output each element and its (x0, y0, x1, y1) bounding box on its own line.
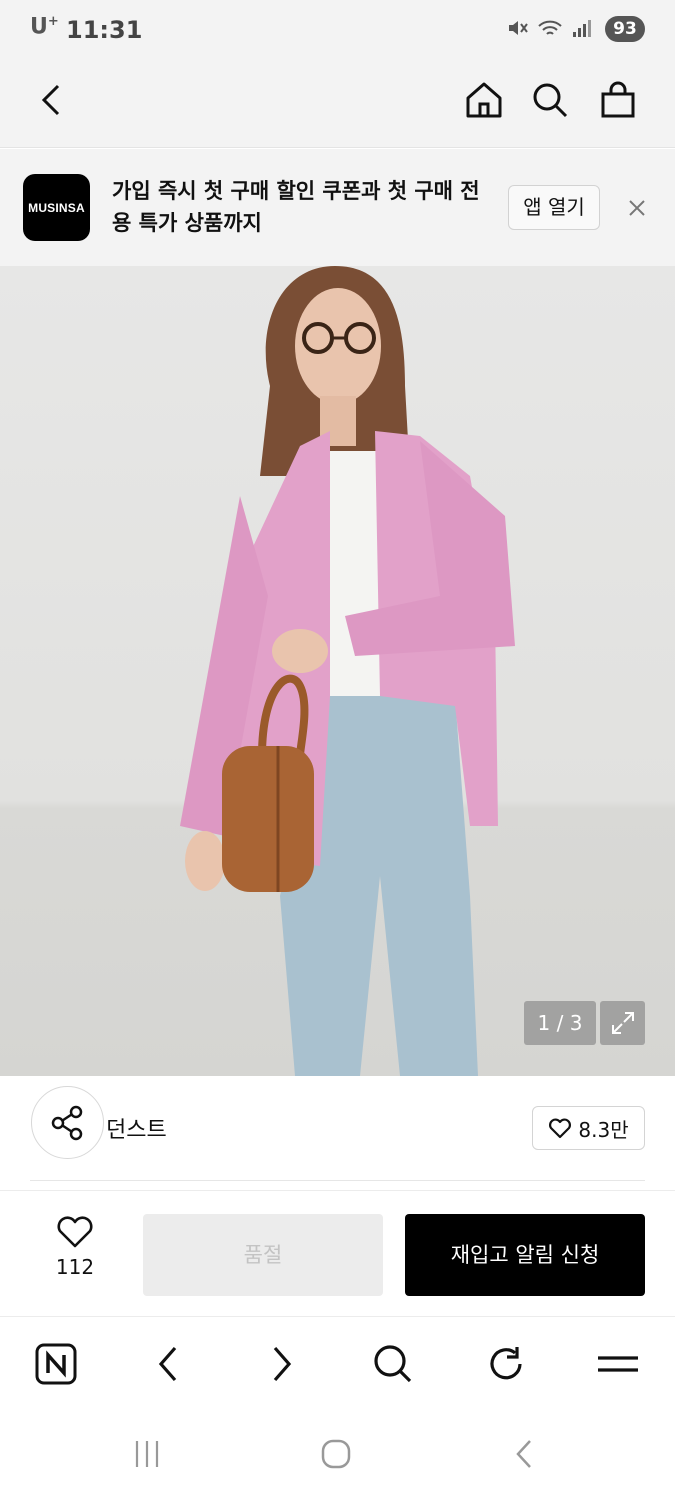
heart-icon (549, 1118, 572, 1139)
browser-back-button[interactable] (144, 1340, 192, 1388)
browser-search-button[interactable] (369, 1340, 417, 1388)
divider (30, 1180, 645, 1181)
back-arrow-icon (41, 84, 60, 116)
menu-icon (598, 1356, 638, 1372)
musinsa-logo: MUSINSA (23, 174, 90, 241)
back-button[interactable] (28, 76, 76, 124)
close-icon (629, 200, 645, 216)
search-icon (374, 1345, 412, 1383)
android-back-button[interactable] (500, 1434, 548, 1474)
back-icon (158, 1346, 177, 1382)
naver-icon (35, 1343, 77, 1385)
back-icon (516, 1440, 531, 1468)
shopping-bag-icon (601, 81, 635, 118)
wifi-icon (538, 20, 562, 35)
cart-button[interactable] (594, 76, 642, 124)
home-icon (321, 1439, 351, 1469)
product-image[interactable]: 1 / 3 (0, 266, 675, 1076)
recent-apps-button[interactable] (123, 1434, 171, 1474)
brand-like-count: 8.3만 (578, 1117, 629, 1142)
status-icons (507, 18, 593, 38)
heart-icon (57, 1216, 93, 1248)
home-icon (466, 82, 502, 118)
android-navigation (0, 1410, 675, 1500)
expand-image-button[interactable] (600, 1001, 645, 1045)
refresh-icon (490, 1347, 522, 1380)
promo-message: 가입 즉시 첫 구매 할인 쿠폰과 첫 구매 전용 특가 상품까지 (112, 179, 480, 235)
status-bar: U+ 11:31 93 (0, 0, 675, 52)
brand-name[interactable]: 던스트 (106, 1112, 167, 1144)
expand-icon (611, 1012, 634, 1034)
forward-icon (273, 1346, 292, 1382)
restock-alert-button[interactable]: 재입고 알림 신청 (405, 1214, 645, 1296)
wishlist-count: 112 (55, 1255, 95, 1279)
wishlist-button[interactable]: 112 (40, 1215, 110, 1295)
battery-indicator: 93 (605, 16, 645, 42)
purchase-bar: 112 품절 재입고 알림 신청 (0, 1190, 675, 1317)
share-button[interactable] (31, 1086, 104, 1159)
search-icon (533, 83, 568, 118)
open-app-button[interactable]: 앱 열기 (508, 185, 600, 230)
model-illustration (180, 266, 515, 1076)
recent-apps-icon (135, 1441, 159, 1467)
refresh-button[interactable] (482, 1340, 530, 1388)
close-banner-button[interactable] (622, 193, 652, 223)
top-navigation (0, 52, 675, 148)
browser-menu-button[interactable] (594, 1340, 642, 1388)
status-time: 11:31 (66, 16, 143, 44)
naver-button[interactable] (32, 1340, 80, 1388)
signal-icon (573, 20, 591, 37)
brand-row: 던스트 8.3만 (0, 1076, 675, 1188)
browser-forward-button[interactable] (258, 1340, 306, 1388)
soldout-button: 품절 (143, 1214, 383, 1296)
browser-toolbar (0, 1318, 675, 1410)
brand-like-button[interactable]: 8.3만 (532, 1106, 645, 1150)
image-counter: 1 / 3 (524, 1001, 596, 1045)
search-button[interactable] (526, 76, 574, 124)
share-icon (51, 1105, 82, 1140)
mute-icon (509, 21, 528, 35)
carrier-label: U+ (30, 14, 59, 40)
home-button[interactable] (460, 76, 508, 124)
android-home-button[interactable] (312, 1434, 360, 1474)
app-promo-banner: MUSINSA 가입 즉시 첫 구매 할인 쿠폰과 첫 구매 전용 특가 상품까… (0, 149, 675, 266)
